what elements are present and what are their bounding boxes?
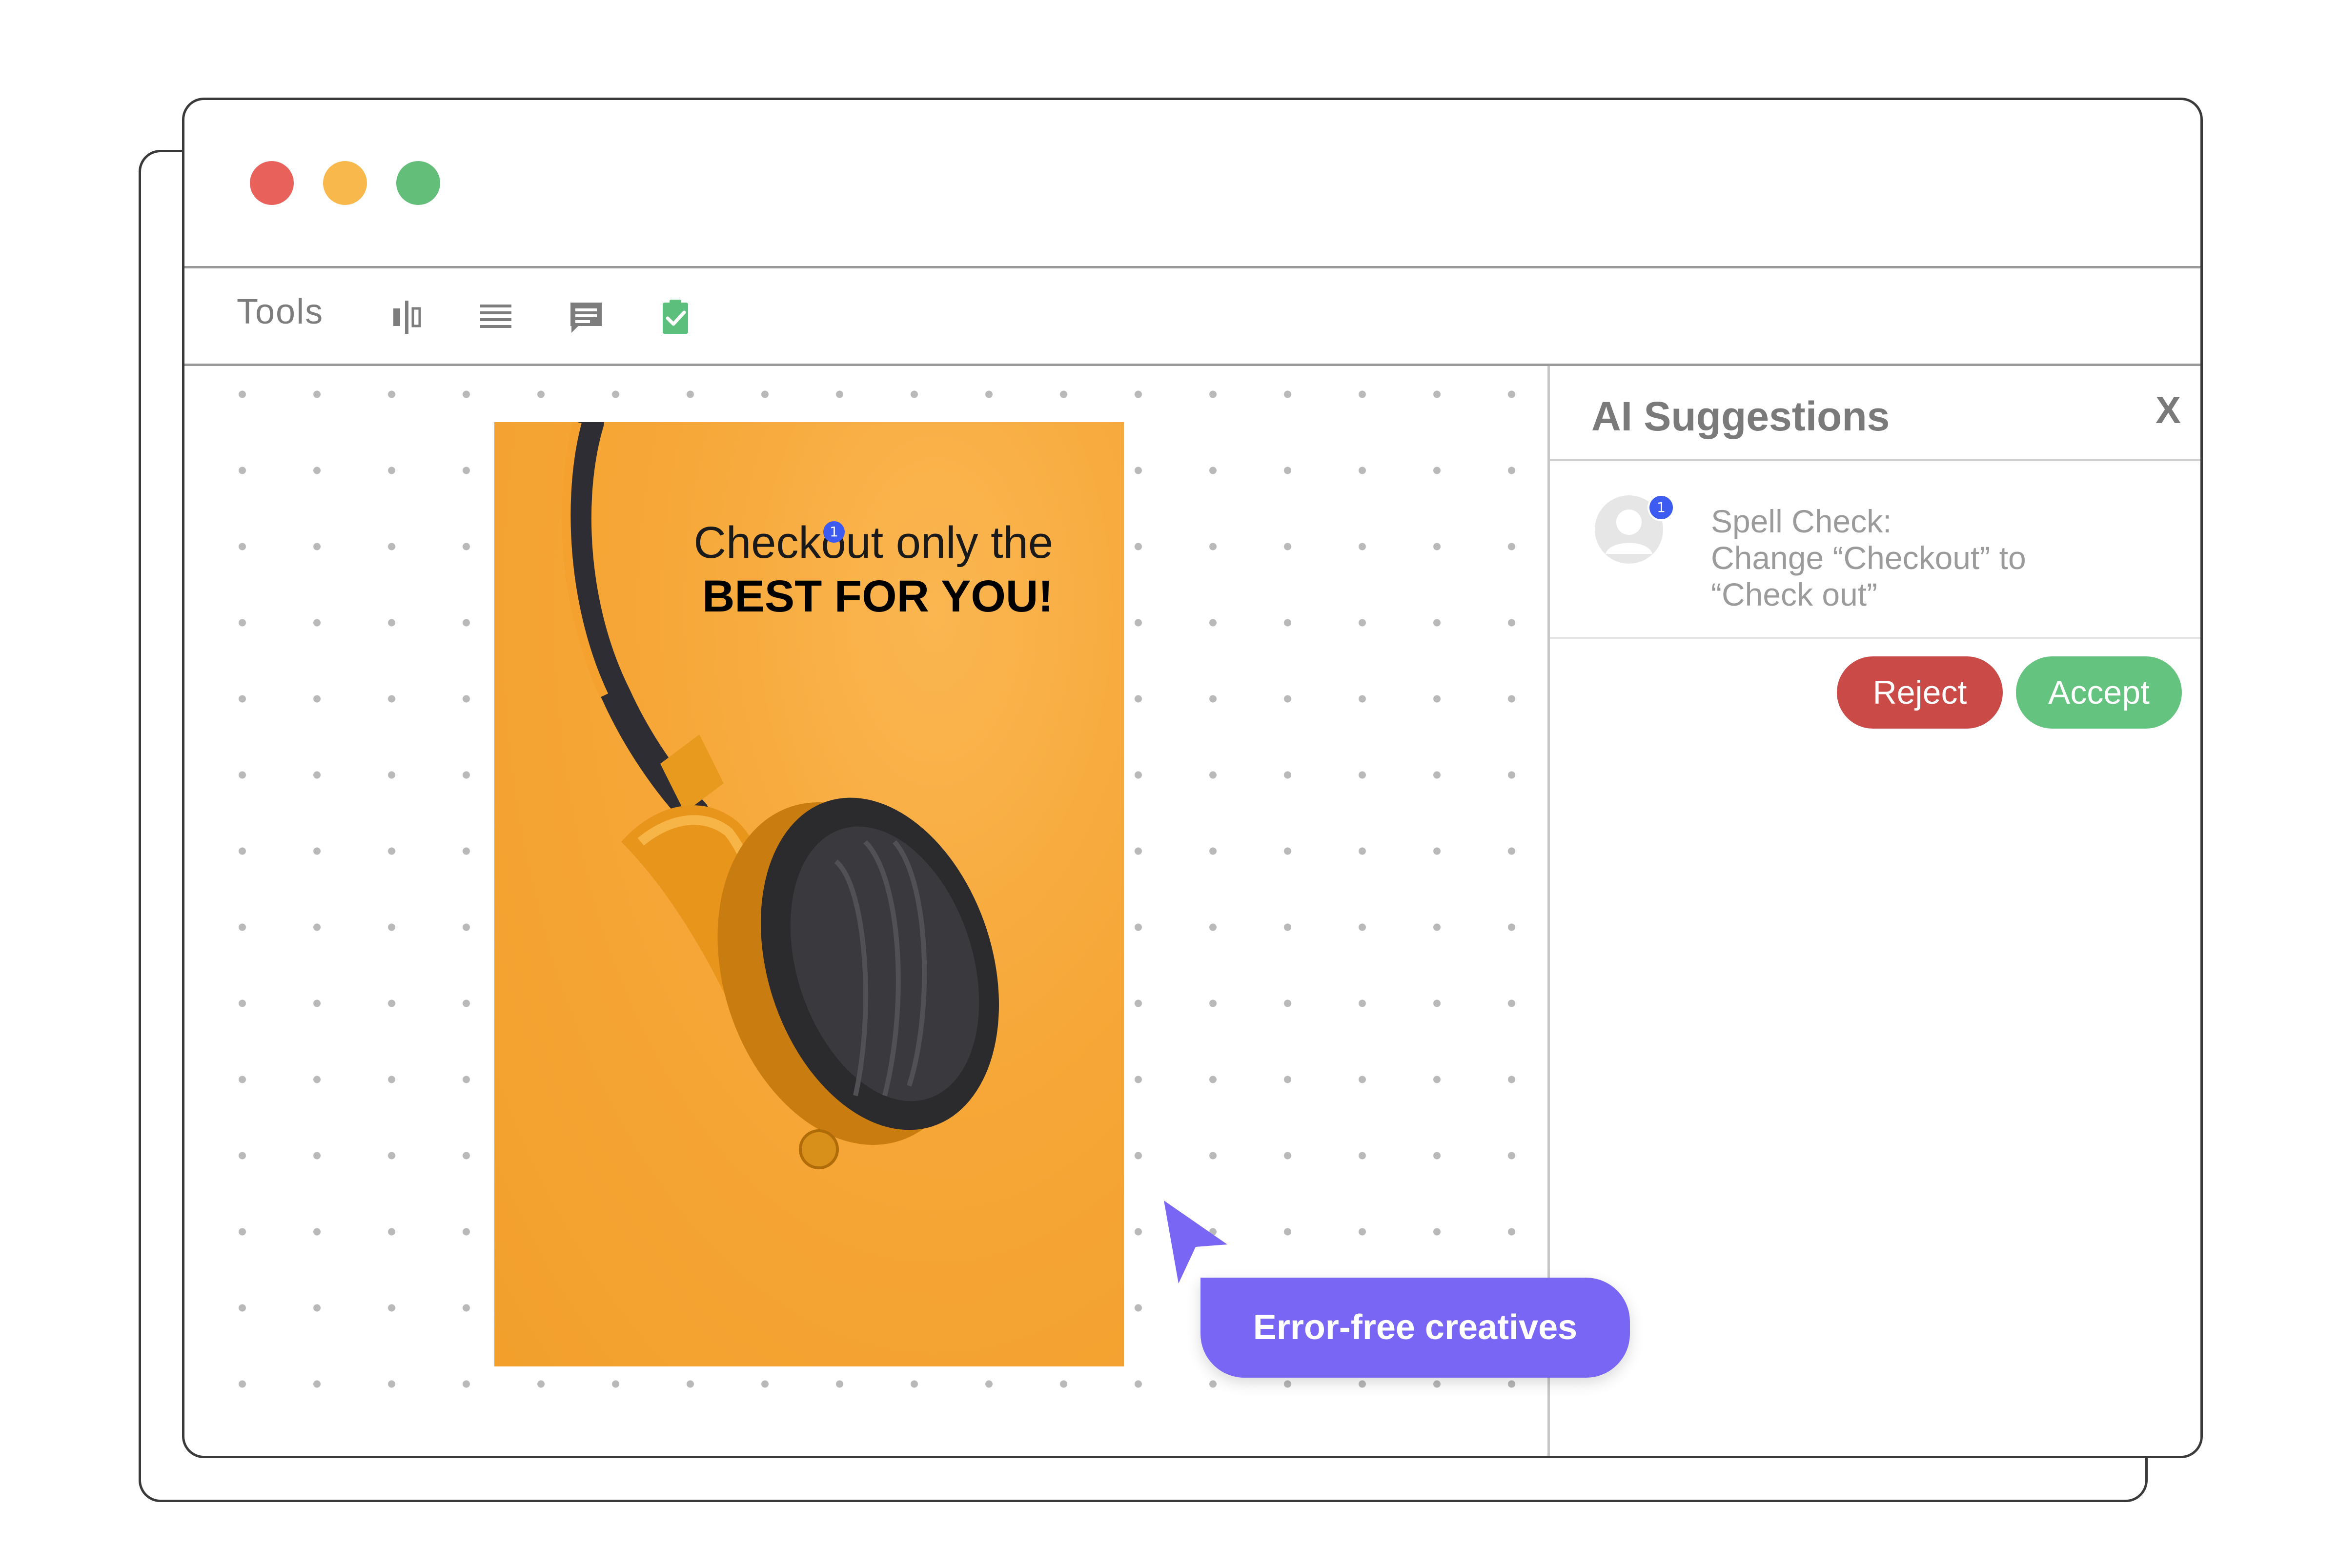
panel-title: AI Suggestions: [1591, 393, 1890, 439]
minimize-window-button[interactable]: [323, 161, 367, 205]
title-bar: [184, 100, 2200, 268]
align-distribute-icon[interactable]: [388, 298, 427, 337]
maximize-window-button[interactable]: [396, 161, 440, 205]
panel-divider: [1550, 637, 2200, 639]
suggestion-text-line-2: “Check out”: [1711, 576, 1878, 612]
tools-label: Tools: [237, 292, 324, 331]
headline-line-2[interactable]: BEST FOR YOU!: [702, 571, 1053, 622]
suggestion-text-line-1: Change “Checkout” to: [1711, 540, 2026, 576]
suggestion-count-badge: 1: [1647, 494, 1675, 521]
clipboard-check-icon[interactable]: [656, 298, 695, 337]
close-panel-button[interactable]: X: [2156, 388, 2181, 432]
accept-button[interactable]: Accept: [2016, 656, 2182, 729]
comment-icon[interactable]: [567, 298, 606, 337]
headline-line-1[interactable]: Checkout only the: [694, 517, 1053, 569]
panel-divider: [1550, 459, 2200, 461]
suggestion-type: Spell Check:: [1711, 503, 1892, 539]
toolbar: Tools: [184, 268, 2200, 366]
pointer-cursor-icon: [1164, 1201, 1227, 1283]
text-lines-icon[interactable]: [476, 298, 515, 337]
suggestion-pin-badge[interactable]: 1: [823, 521, 845, 543]
reject-button[interactable]: Reject: [1837, 656, 2003, 729]
creative-artboard[interactable]: Checkout only the BEST FOR YOU! 1: [494, 422, 1124, 1366]
ai-suggestions-panel: AI Suggestions X 1 Spell Check: Change “…: [1547, 366, 2200, 1456]
close-window-button[interactable]: [250, 161, 294, 205]
error-free-tooltip: Error-free creatives: [1200, 1278, 1630, 1378]
